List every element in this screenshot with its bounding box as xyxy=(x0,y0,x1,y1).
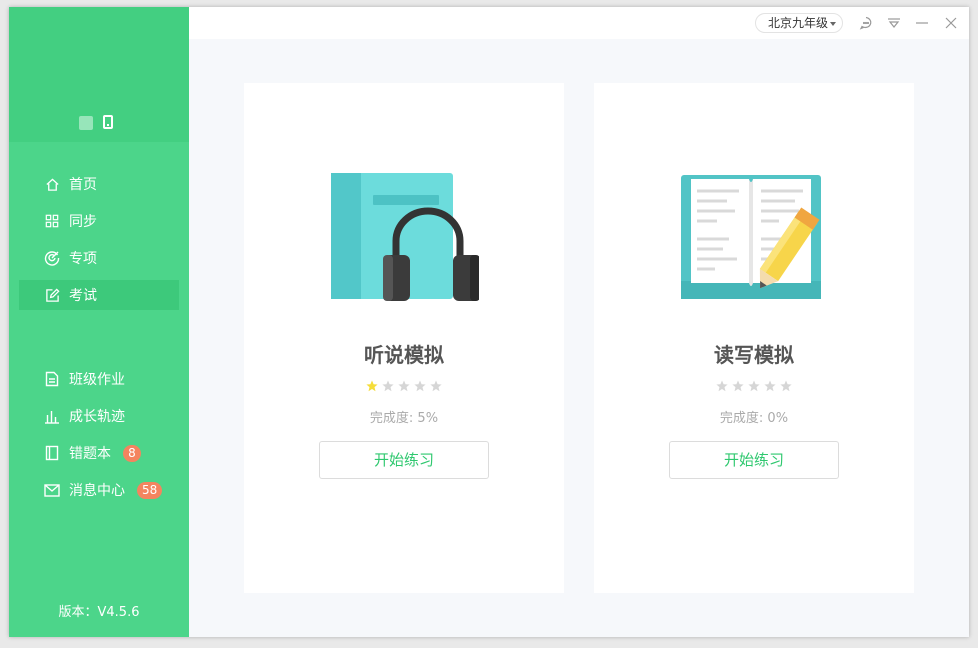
star-empty-icon xyxy=(414,380,426,392)
mail-icon xyxy=(44,482,60,498)
sidebar-item-special[interactable]: 专项 xyxy=(19,243,179,273)
tablet-icon[interactable] xyxy=(103,115,113,129)
sidebar-item-sync[interactable]: 同步 xyxy=(19,206,179,236)
start-practice-button[interactable]: 开始练习 xyxy=(669,441,839,479)
completion-label: 完成度: 0% xyxy=(719,411,789,426)
nav-secondary: 班级作业 成长轨迹 错题本 8 消息中心 58 xyxy=(19,364,179,512)
start-practice-button[interactable]: 开始练习 xyxy=(319,441,489,479)
close-icon[interactable] xyxy=(944,15,958,29)
menu-dropdown-icon[interactable] xyxy=(887,15,901,29)
sidebar-item-label: 成长轨迹 xyxy=(69,409,125,425)
rating-stars xyxy=(244,380,564,392)
sidebar-item-mistakes[interactable]: 错题本 8 xyxy=(19,438,179,468)
title-bar: 北京九年级 xyxy=(189,7,969,39)
bar-chart-icon xyxy=(44,408,60,424)
sidebar-item-messages[interactable]: 消息中心 58 xyxy=(19,475,179,505)
sidebar-item-label: 班级作业 xyxy=(69,372,125,388)
card-title: 听说模拟 xyxy=(364,343,444,367)
rating-stars xyxy=(594,380,914,392)
card-title: 读写模拟 xyxy=(714,343,794,367)
sidebar-item-label: 错题本 xyxy=(69,446,111,462)
document-icon xyxy=(44,371,60,387)
nav-main: 首页 同步 专项 考试 xyxy=(19,169,179,317)
sidebar-item-label: 同步 xyxy=(69,214,97,230)
sidebar-item-label: 首页 xyxy=(69,177,97,193)
sidebar-item-growth[interactable]: 成长轨迹 xyxy=(19,401,179,431)
sidebar-item-label: 消息中心 xyxy=(69,483,125,499)
edit-icon xyxy=(44,287,60,303)
sidebar-item-label: 考试 xyxy=(69,288,97,304)
listening-speaking-card: 听说模拟 完成度: 5% 开始练习 xyxy=(244,83,564,593)
star-empty-icon xyxy=(716,380,728,392)
star-empty-icon xyxy=(398,380,410,392)
star-empty-icon xyxy=(764,380,776,392)
grid-icon xyxy=(44,213,60,229)
sidebar-item-label: 专项 xyxy=(69,251,97,267)
minimize-icon[interactable] xyxy=(915,15,929,29)
star-filled-icon xyxy=(366,380,378,392)
version-label: 版本：V4.5.6 xyxy=(58,605,140,620)
completion-label: 完成度: 5% xyxy=(369,411,439,426)
target-icon xyxy=(44,250,60,266)
sidebar-item-home[interactable]: 首页 xyxy=(19,169,179,199)
reading-writing-card: 读写模拟 完成度: 0% 开始练习 xyxy=(594,83,914,593)
star-empty-icon xyxy=(382,380,394,392)
star-empty-icon xyxy=(748,380,760,392)
sidebar-item-exam[interactable]: 考试 xyxy=(19,280,179,310)
open-book-pencil-icon xyxy=(679,171,829,301)
home-icon xyxy=(44,176,60,192)
count-badge: 8 xyxy=(123,444,141,462)
sidebar-header xyxy=(9,7,189,142)
grade-dropdown[interactable]: 北京九年级 xyxy=(754,13,843,33)
chat-icon[interactable] xyxy=(859,15,873,30)
star-empty-icon xyxy=(430,380,442,392)
count-badge: 58 xyxy=(137,481,163,499)
sidebar-item-class-homework[interactable]: 班级作业 xyxy=(19,364,179,394)
sidebar: 首页 同步 专项 考试 班级作业 成长轨迹 错题本 8 消息中心 58 版本：V… xyxy=(9,7,189,637)
envelope-icon[interactable] xyxy=(79,116,93,130)
star-empty-icon xyxy=(732,380,744,392)
headphones-book-icon xyxy=(329,171,480,301)
app-window: 首页 同步 专项 考试 班级作业 成长轨迹 错题本 8 消息中心 58 版本：V… xyxy=(9,7,969,637)
notebook-icon xyxy=(44,445,60,461)
star-empty-icon xyxy=(780,380,792,392)
